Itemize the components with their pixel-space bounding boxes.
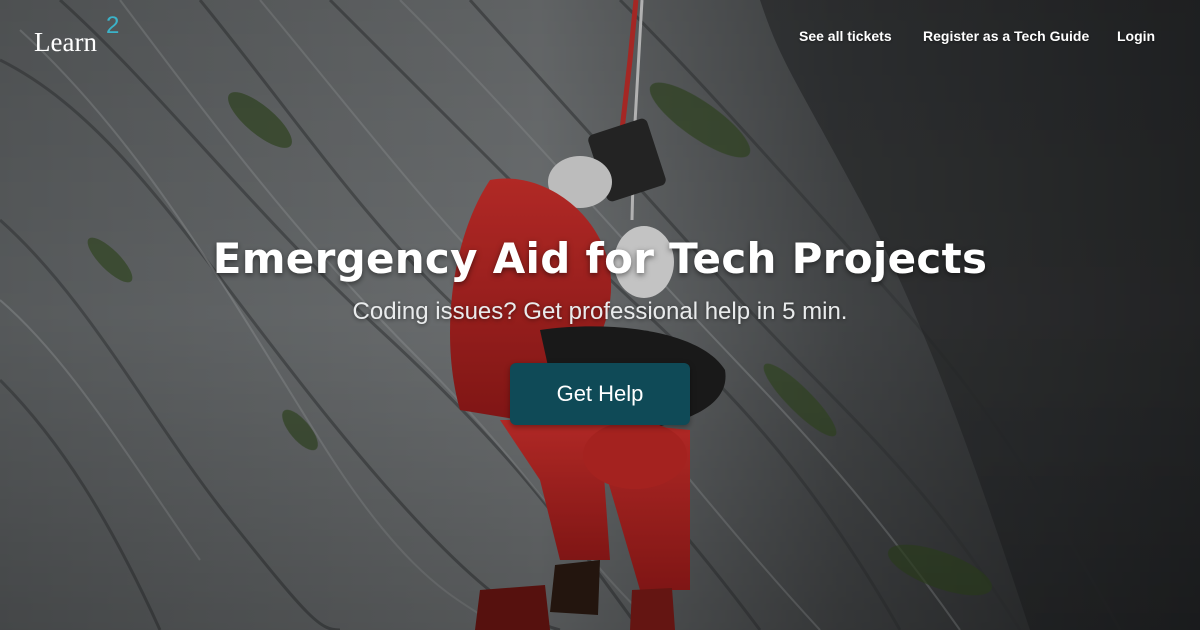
get-help-button[interactable]: Get Help <box>510 363 690 425</box>
nav-register-tech-guide[interactable]: Register as a Tech Guide <box>923 28 1089 44</box>
nav-login[interactable]: Login <box>1117 28 1155 44</box>
nav-see-all-tickets[interactable]: See all tickets <box>799 28 892 44</box>
brand-name: Learn <box>34 27 97 57</box>
brand-logo[interactable]: Learn 2 <box>34 14 119 58</box>
brand-superscript: 2 <box>106 12 120 39</box>
hero-headline: Emergency Aid for Tech Projects <box>212 234 988 283</box>
top-navigation: Learn 2 See all tickets Register as a Te… <box>0 0 1200 70</box>
hero-section: Learn 2 See all tickets Register as a Te… <box>0 0 1200 630</box>
hero-subline: Coding issues? Get professional help in … <box>352 298 848 325</box>
